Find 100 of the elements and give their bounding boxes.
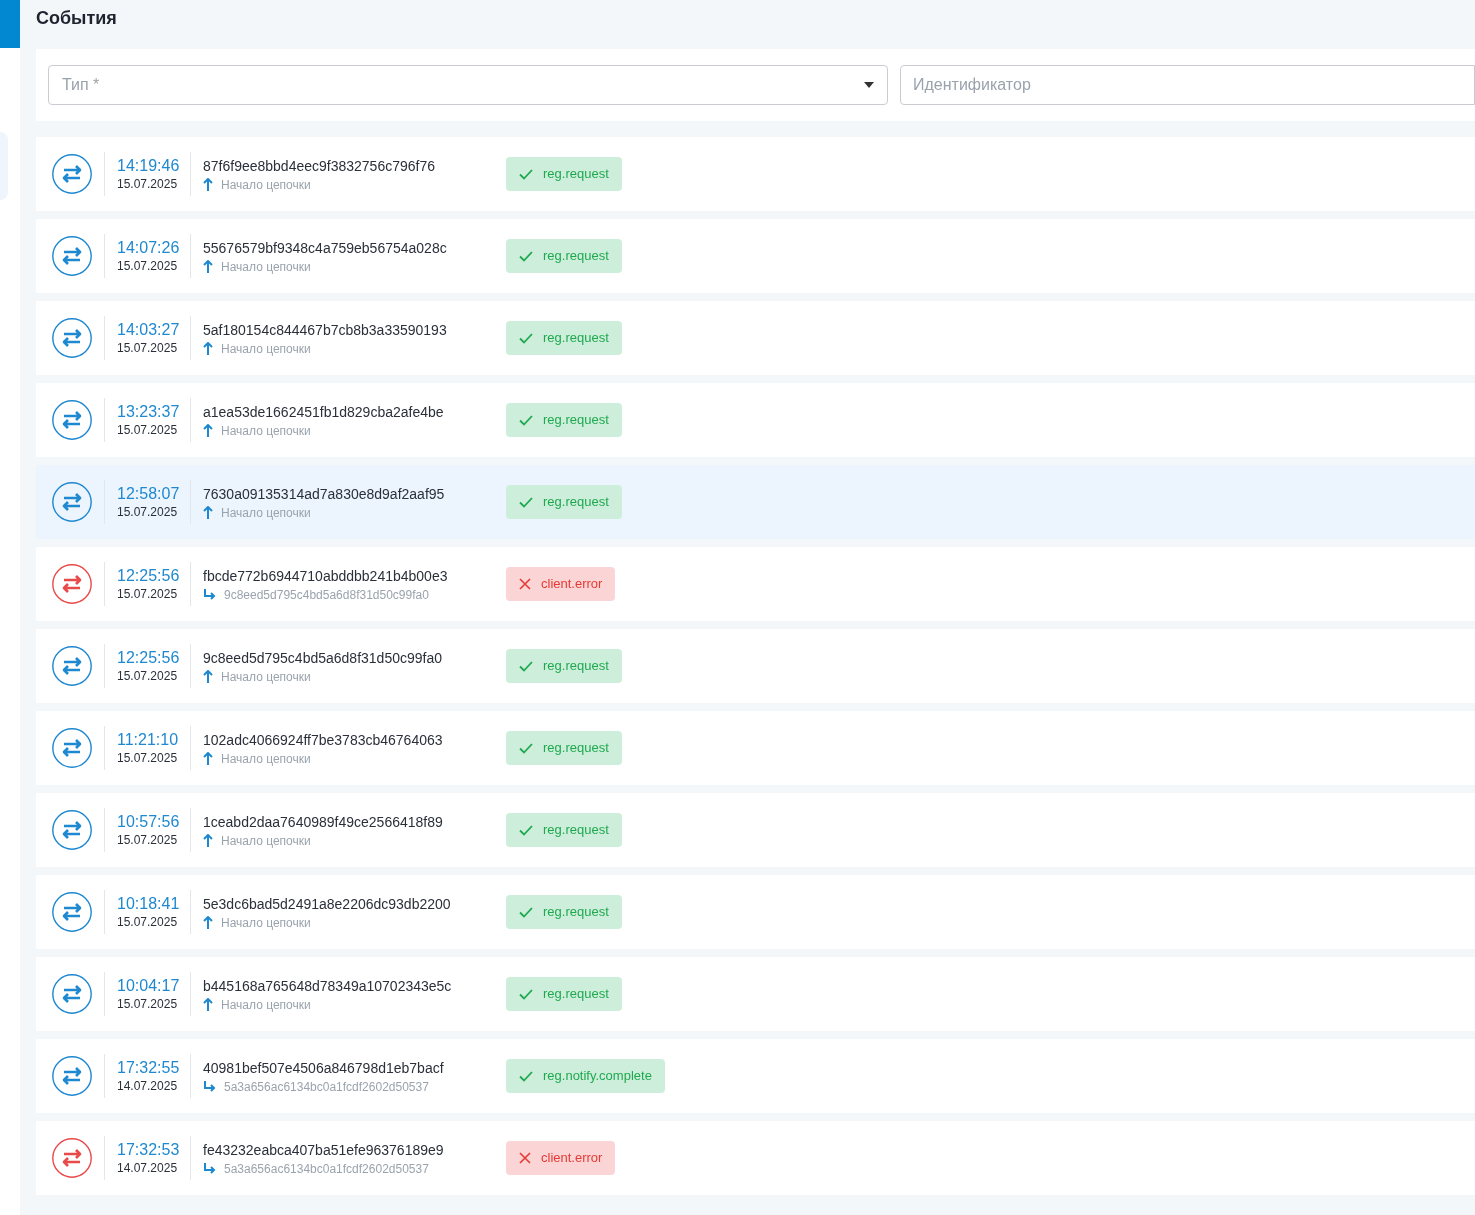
event-type-badge: reg.request xyxy=(506,157,622,191)
event-date: 15.07.2025 xyxy=(117,668,179,684)
event-time: 12:25:56 xyxy=(117,648,181,668)
return-arrow-icon xyxy=(203,1162,216,1175)
chain-start-label: Начало цепочки xyxy=(221,996,311,1013)
up-arrow-icon xyxy=(203,506,213,519)
event-time: 12:25:56 xyxy=(117,566,181,586)
event-id: 9c8eed5d795c4bd5a6d8f31d50c99fa0 xyxy=(203,648,443,668)
event-row[interactable]: 17:32:53 14.07.2025 fe43232eabca407ba51efe96376189e9 5a3a656ac6134bc0a1fcdf2602d50537 client.error xyxy=(36,1121,1475,1195)
event-id: a1ea53de1662451fb1d829cba2afe4be xyxy=(203,402,445,422)
check-icon xyxy=(519,988,533,1000)
event-date: 14.07.2025 xyxy=(117,1160,179,1176)
id-input-field[interactable]: Идентификатор xyxy=(900,65,1475,105)
event-type-badge: reg.request xyxy=(506,403,622,437)
event-time: 10:18:41 xyxy=(117,894,181,914)
chain-start-label: Начало цепочки xyxy=(221,668,311,685)
event-row[interactable]: 14:03:27 15.07.2025 5af180154c844467b7cb8b3a33590193 Начало цепочки reg.request xyxy=(36,301,1475,375)
check-icon xyxy=(519,414,533,426)
chain-start-label: Начало цепочки xyxy=(221,504,311,521)
event-row[interactable]: 12:58:07 15.07.2025 7630a09135314ad7a830e8d9af2aaf95 Начало цепочки reg.request xyxy=(36,465,1475,539)
check-icon xyxy=(519,168,533,180)
event-date: 15.07.2025 xyxy=(117,422,179,438)
event-date: 15.07.2025 xyxy=(117,176,179,192)
event-row[interactable]: 13:23:37 15.07.2025 a1ea53de1662451fb1d829cba2afe4be Начало цепочки reg.request xyxy=(36,383,1475,457)
event-type-badge: reg.request xyxy=(506,649,622,683)
check-icon xyxy=(519,496,533,508)
sidebar-active-marker xyxy=(0,0,20,48)
event-time: 10:04:17 xyxy=(117,976,181,996)
event-date: 15.07.2025 xyxy=(117,832,179,848)
check-icon xyxy=(519,906,533,918)
up-arrow-icon xyxy=(203,260,213,273)
event-row[interactable]: 11:21:10 15.07.2025 102adc4066924ff7be3783cb46764063 Начало цепочки reg.request xyxy=(36,711,1475,785)
event-type-badge: reg.request xyxy=(506,485,622,519)
chain-start-label: Начало цепочки xyxy=(221,258,311,275)
up-arrow-icon xyxy=(203,424,213,437)
event-type-badge: client.error xyxy=(506,567,616,601)
up-arrow-icon xyxy=(203,342,213,355)
event-date: 15.07.2025 xyxy=(117,504,179,520)
event-row[interactable]: 17:32:55 14.07.2025 40981bef507e4506a846798d1eb7bacf 5a3a656ac6134bc0a1fcdf2602d50537 reg.notify.complete xyxy=(36,1039,1475,1113)
event-time: 14:07:26 xyxy=(117,238,181,258)
event-type-badge: reg.request xyxy=(506,895,622,929)
return-arrow-icon xyxy=(203,588,216,601)
up-arrow-icon xyxy=(203,178,213,191)
event-date: 15.07.2025 xyxy=(117,340,179,356)
event-id: fe43232eabca407ba51efe96376189e9 xyxy=(203,1140,445,1160)
check-icon xyxy=(519,742,533,754)
event-type-badge: reg.request xyxy=(506,813,622,847)
chain-start-label: Начало цепочки xyxy=(221,176,311,193)
chain-start-label: Начало цепочки xyxy=(221,340,311,357)
event-time: 17:32:53 xyxy=(117,1140,181,1160)
event-row[interactable]: 14:19:46 15.07.2025 87f6f9ee8bbd4eec9f3832756c796f76 Начало цепочки reg.request xyxy=(36,137,1475,211)
event-row[interactable]: 12:25:56 15.07.2025 9c8eed5d795c4bd5a6d8f31d50c99fa0 Начало цепочки reg.request xyxy=(36,629,1475,703)
event-id: 87f6f9ee8bbd4eec9f3832756c796f76 xyxy=(203,156,436,176)
up-arrow-icon xyxy=(203,834,213,847)
event-time: 10:57:56 xyxy=(117,812,181,832)
event-date: 15.07.2025 xyxy=(117,914,179,930)
event-id: 7630a09135314ad7a830e8d9af2aaf95 xyxy=(203,484,446,504)
dropdown-caret-icon xyxy=(864,82,874,88)
check-icon xyxy=(519,332,533,344)
event-time: 14:19:46 xyxy=(117,156,181,176)
up-arrow-icon xyxy=(203,916,213,929)
check-icon xyxy=(519,1070,533,1082)
event-time: 14:03:27 xyxy=(117,320,181,340)
event-id: 55676579bf9348c4a759eb56754a028c xyxy=(203,238,448,258)
event-type-badge: reg.request xyxy=(506,239,622,273)
event-id: b445168a765648d78349a10702343e5c xyxy=(203,976,453,996)
event-date: 15.07.2025 xyxy=(117,750,179,766)
event-id: 1ceabd2daa7640989f49ce2566418f89 xyxy=(203,812,444,832)
check-icon xyxy=(519,250,533,262)
event-type-badge: reg.request xyxy=(506,321,622,355)
event-type-badge: reg.notify.complete xyxy=(506,1059,665,1093)
up-arrow-icon xyxy=(203,998,213,1011)
up-arrow-icon xyxy=(203,670,213,683)
event-time: 17:32:55 xyxy=(117,1058,181,1078)
chain-start-label: Начало цепочки xyxy=(221,422,311,439)
event-date: 15.07.2025 xyxy=(117,586,179,602)
event-date: 15.07.2025 xyxy=(117,996,179,1012)
event-time: 13:23:37 xyxy=(117,402,181,422)
event-row[interactable]: 10:18:41 15.07.2025 5e3dc6bad5d2491a8e2206dc93db2200 Начало цепочки reg.request xyxy=(36,875,1475,949)
event-type-badge: reg.request xyxy=(506,731,622,765)
event-type-badge: client.error xyxy=(506,1141,616,1175)
event-id: 102adc4066924ff7be3783cb46764063 xyxy=(203,730,444,750)
event-id: 5e3dc6bad5d2491a8e2206dc93db2200 xyxy=(203,894,452,914)
event-id: 5af180154c844467b7cb8b3a33590193 xyxy=(203,320,448,340)
chain-start-label: Начало цепочки xyxy=(221,914,311,931)
event-time: 12:58:07 xyxy=(117,484,181,504)
event-row[interactable]: 10:57:56 15.07.2025 1ceabd2daa7640989f49ce2566418f89 Начало цепочки reg.request xyxy=(36,793,1475,867)
page-title: События xyxy=(36,7,118,30)
event-type-badge: reg.request xyxy=(506,977,622,1011)
event-id: 40981bef507e4506a846798d1eb7bacf xyxy=(203,1058,445,1078)
chain-start-label: Начало цепочки xyxy=(221,832,311,849)
event-row[interactable]: 12:25:56 15.07.2025 fbcde772b6944710abddbb241b4b00e3 9c8eed5d795c4bd5a6d8f31d50c99fa0 client.error xyxy=(36,547,1475,621)
close-icon xyxy=(519,578,531,590)
event-time: 11:21:10 xyxy=(117,730,180,750)
event-row[interactable]: 10:04:17 15.07.2025 b445168a765648d78349a10702343e5c Начало цепочки reg.request xyxy=(36,957,1475,1031)
event-row[interactable]: 14:07:26 15.07.2025 55676579bf9348c4a759eb56754a028c Начало цепочки reg.request xyxy=(36,219,1475,293)
event-id: fbcde772b6944710abddbb241b4b00e3 xyxy=(203,566,449,586)
return-arrow-icon xyxy=(203,1080,216,1093)
event-date: 14.07.2025 xyxy=(117,1078,179,1094)
check-icon xyxy=(519,660,533,672)
